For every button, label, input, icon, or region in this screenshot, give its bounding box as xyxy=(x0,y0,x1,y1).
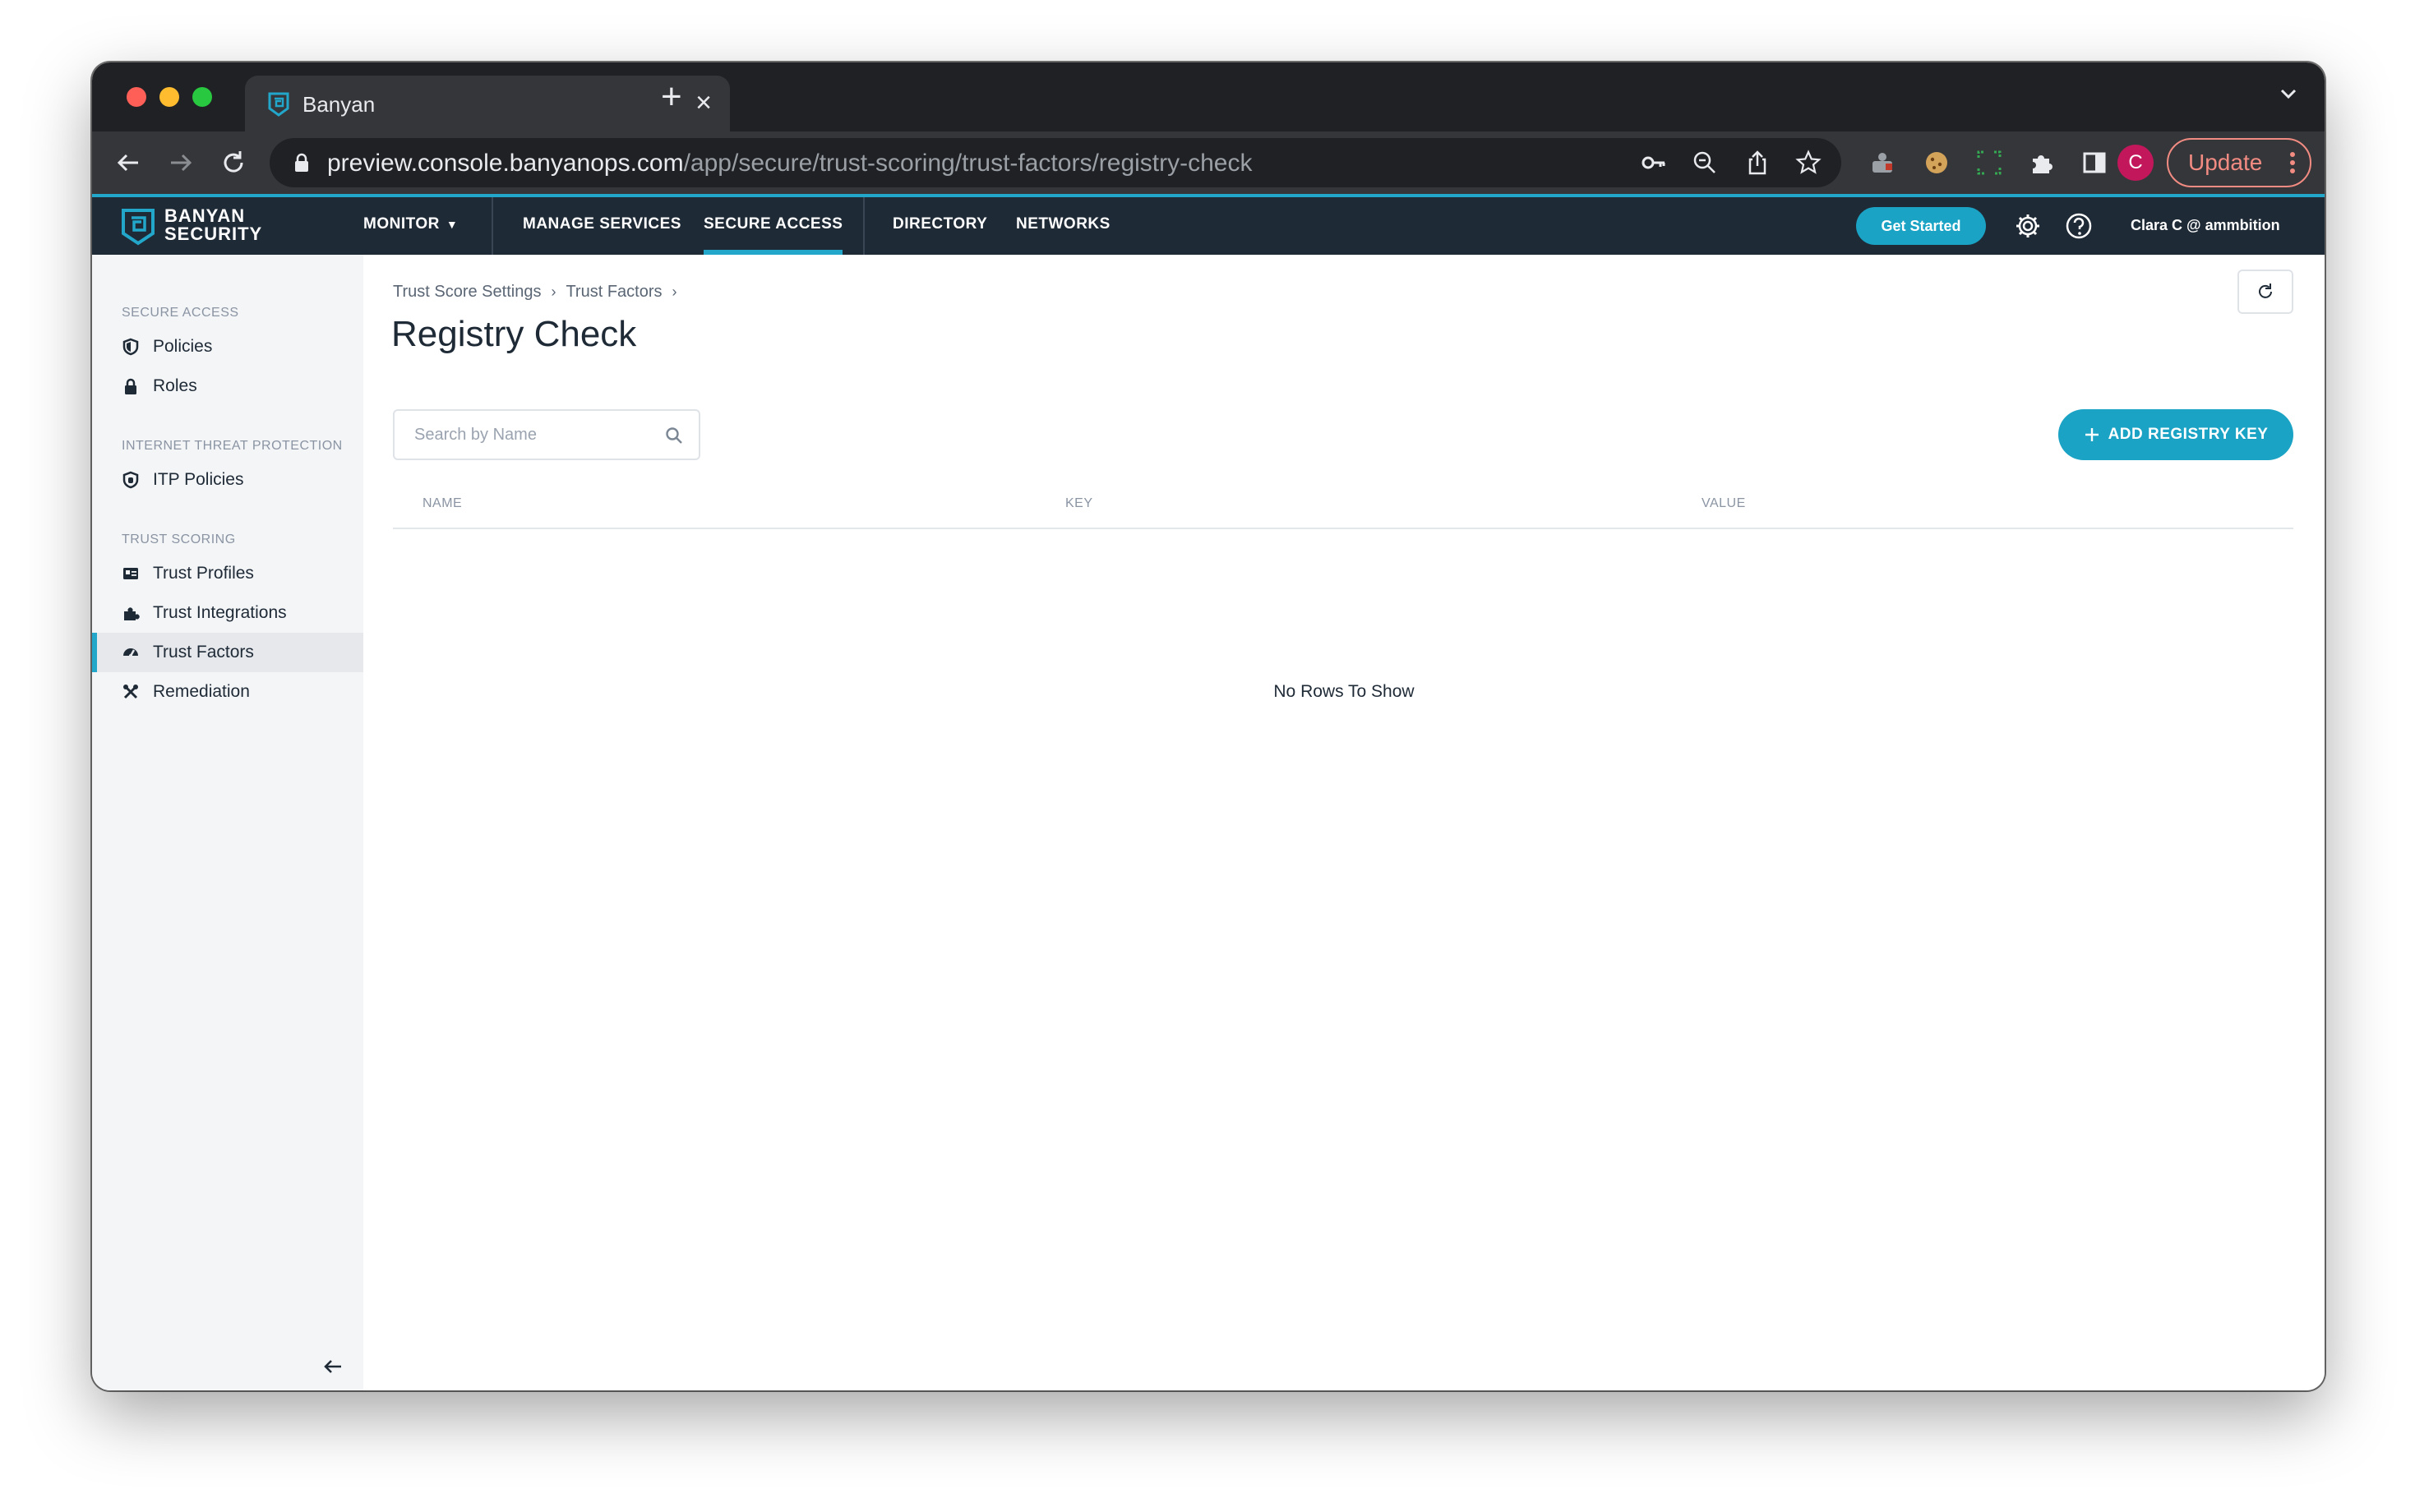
cookie-extension-icon[interactable] xyxy=(1923,150,1950,176)
chevron-right-icon: › xyxy=(551,284,556,300)
main-content: Trust Score Settings › Trust Factors › R… xyxy=(363,255,2325,1390)
nav-directory[interactable]: DIRECTORY xyxy=(893,197,987,255)
sidebar-item-policies[interactable]: Policies xyxy=(92,327,363,366)
sidebar-item-itp-policies[interactable]: ITP Policies xyxy=(92,460,363,500)
shield-bug-icon xyxy=(122,471,139,489)
nav-networks[interactable]: NETWORKS xyxy=(1016,197,1111,255)
banyan-favicon-icon xyxy=(268,92,289,117)
banyan-logo-icon[interactable] xyxy=(120,207,156,247)
puzzle-icon xyxy=(124,607,140,620)
sidebar-item-label: Roles xyxy=(153,376,197,395)
nav-monitor-label: MONITOR xyxy=(363,215,440,233)
nav-secure-access[interactable]: SECURE ACCESS xyxy=(704,197,843,255)
column-header-value[interactable]: VALUE xyxy=(1702,496,1746,511)
id-card-icon xyxy=(123,568,138,579)
sidebar-item-label: Remediation xyxy=(153,682,250,701)
page-title: Registry Check xyxy=(391,314,637,354)
key-icon[interactable] xyxy=(1641,150,1667,176)
chevron-down-icon[interactable] xyxy=(2277,82,2300,105)
sidebar-section-secure-access: SECURE ACCESS xyxy=(122,306,239,320)
browser-window: Banyan × + preview.console.banyanops.com… xyxy=(92,62,2325,1390)
zoom-window-button[interactable] xyxy=(192,87,212,107)
breadcrumb-trust-factors[interactable]: Trust Factors xyxy=(566,283,662,302)
chevron-right-icon: › xyxy=(672,284,677,300)
sidebar-item-label: Trust Profiles xyxy=(153,564,254,583)
forward-arrow-icon[interactable] xyxy=(164,146,197,179)
update-label: Update xyxy=(2188,150,2263,175)
empty-table-message: No Rows To Show xyxy=(1273,682,1415,701)
browser-tabstrip: Banyan × + xyxy=(92,62,2325,131)
sidebar-item-label: ITP Policies xyxy=(153,470,244,489)
sidebar-item-trust-integrations[interactable]: Trust Integrations xyxy=(92,593,363,633)
help-icon[interactable] xyxy=(2065,212,2093,240)
nav-manage-services[interactable]: MANAGE SERVICES xyxy=(523,197,681,255)
refresh-button[interactable] xyxy=(2237,270,2293,314)
shield-icon xyxy=(122,338,139,356)
tab-title: Banyan xyxy=(302,92,376,117)
profile-avatar[interactable]: C xyxy=(2117,145,2154,181)
collapse-sidebar-arrow-icon[interactable] xyxy=(321,1354,345,1379)
plus-icon xyxy=(2085,428,2099,441)
breadcrumb-trust-score-settings[interactable]: Trust Score Settings xyxy=(393,283,541,302)
breadcrumb: Trust Score Settings › Trust Factors › xyxy=(393,283,687,302)
tools-icon xyxy=(123,685,138,699)
url-text: preview.console.banyanops.com/app/secure… xyxy=(327,150,1253,177)
sidebar-item-trust-factors[interactable]: Trust Factors xyxy=(92,633,363,672)
extension-spy-icon[interactable] xyxy=(1869,150,1896,176)
sidebar-item-label: Trust Factors xyxy=(153,643,254,662)
column-header-key[interactable]: KEY xyxy=(1065,496,1093,511)
refresh-icon xyxy=(2259,284,2272,298)
nav-monitor[interactable]: MONITOR ▼ xyxy=(363,197,458,255)
back-arrow-icon[interactable] xyxy=(112,146,145,179)
sidebar: SECURE ACCESS Policies Roles INTERNET TH… xyxy=(92,255,363,1390)
search-icon[interactable] xyxy=(664,426,684,445)
minimize-window-button[interactable] xyxy=(159,87,179,107)
more-vertical-icon xyxy=(2290,152,2295,173)
table-header-divider xyxy=(393,528,2293,529)
sidebar-item-label: Trust Integrations xyxy=(153,603,287,622)
extensions-puzzle-icon[interactable] xyxy=(2029,150,2055,176)
close-window-button[interactable] xyxy=(127,87,146,107)
tab-close-icon[interactable]: × xyxy=(695,89,712,117)
new-tab-button[interactable]: + xyxy=(661,79,682,115)
add-registry-key-button[interactable]: ADD REGISTRY KEY xyxy=(2058,409,2293,460)
gear-icon[interactable] xyxy=(2014,212,2042,240)
screenshot-extension-icon[interactable] xyxy=(1976,150,2002,176)
address-bar[interactable]: preview.console.banyanops.com/app/secure… xyxy=(270,138,1841,187)
app-header: BANYAN SECURITY MONITOR ▼ MANAGE SERVICES… xyxy=(92,194,2325,255)
browser-tab[interactable]: Banyan × xyxy=(245,76,730,131)
search-input[interactable] xyxy=(395,411,699,459)
nav-divider xyxy=(863,197,865,255)
logo-line-2: SECURITY xyxy=(164,224,263,244)
nav-divider xyxy=(492,197,493,255)
lock-icon xyxy=(295,153,308,172)
browser-toolbar: preview.console.banyanops.com/app/secure… xyxy=(92,131,2325,194)
sidebar-item-roles[interactable]: Roles xyxy=(92,366,363,406)
gauge-icon xyxy=(123,648,138,657)
update-button[interactable]: Update xyxy=(2167,138,2311,187)
column-header-name[interactable]: NAME xyxy=(423,496,462,511)
bookmark-star-icon[interactable] xyxy=(1795,150,1822,176)
zoom-icon[interactable] xyxy=(1692,150,1718,176)
logo-wordmark[interactable]: BANYAN SECURITY xyxy=(164,207,263,243)
user-menu[interactable]: Clara C @ ammbition xyxy=(2131,197,2280,255)
lock-icon xyxy=(125,378,136,394)
get-started-button[interactable]: Get Started xyxy=(1856,207,1986,245)
add-registry-key-label: ADD REGISTRY KEY xyxy=(2108,426,2269,443)
sidebar-item-label: Policies xyxy=(153,337,213,356)
reload-icon[interactable] xyxy=(217,146,250,179)
sidebar-section-itp: INTERNET THREAT PROTECTION xyxy=(122,439,343,453)
side-panel-icon[interactable] xyxy=(2081,150,2108,176)
search-box xyxy=(393,409,700,460)
caret-down-icon: ▼ xyxy=(446,218,459,231)
logo-line-1: BANYAN xyxy=(164,205,246,226)
sidebar-item-remediation[interactable]: Remediation xyxy=(92,672,363,712)
share-icon[interactable] xyxy=(1744,150,1771,176)
sidebar-item-trust-profiles[interactable]: Trust Profiles xyxy=(92,554,363,593)
sidebar-section-trust-scoring: TRUST SCORING xyxy=(122,532,236,546)
